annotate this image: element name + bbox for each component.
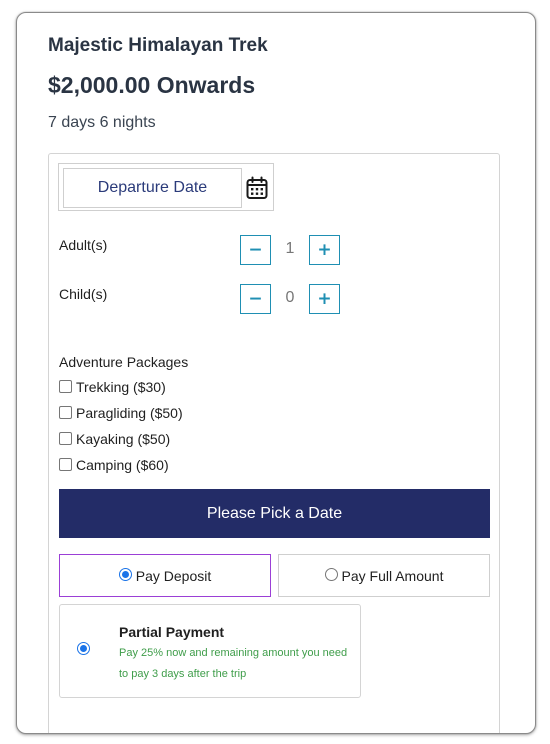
pay-deposit-option[interactable]: Pay Deposit	[59, 554, 271, 597]
package-option[interactable]: Camping ($60)	[59, 457, 169, 473]
children-increment-button[interactable]: +	[309, 284, 340, 314]
adults-label: Adult(s)	[59, 237, 108, 253]
trip-price: $2,000.00 Onwards	[48, 72, 256, 98]
package-checkbox[interactable]	[59, 457, 72, 471]
partial-payment-radio[interactable]	[77, 642, 90, 655]
package-label: Trekking ($30)	[76, 379, 166, 395]
children-decrement-button[interactable]: −	[240, 284, 271, 314]
pick-date-button[interactable]: Please Pick a Date	[59, 489, 490, 538]
adults-count: 1	[285, 240, 295, 257]
package-option[interactable]: Kayaking ($50)	[59, 431, 170, 447]
adults-decrement-button[interactable]: −	[240, 235, 271, 265]
pay-full-amount-radio[interactable]	[324, 567, 338, 581]
adults-increment-button[interactable]: +	[309, 235, 340, 265]
partial-payment-title: Partial Payment	[119, 624, 225, 640]
children-label: Child(s)	[59, 286, 108, 302]
pay-full-amount-option[interactable]: Pay Full Amount	[278, 554, 490, 597]
package-option[interactable]: Paragliding ($50)	[59, 405, 183, 421]
pay-deposit-radio[interactable]	[118, 567, 132, 581]
departure-date-input[interactable]: Departure Date	[63, 168, 242, 208]
calendar-icon[interactable]	[246, 176, 268, 200]
pay-deposit-label: Pay Deposit	[135, 567, 212, 584]
partial-payment-description: Pay 25% now and remaining amount you nee…	[119, 647, 348, 680]
booking-form: Departure Date Adult(s) − 1 + Child(s) −	[48, 153, 500, 733]
package-label: Camping ($60)	[76, 457, 169, 473]
children-stepper: − 0 +	[240, 284, 341, 314]
package-checkbox[interactable]	[59, 379, 72, 393]
package-label: Kayaking ($50)	[76, 431, 171, 447]
package-checkbox[interactable]	[59, 431, 72, 445]
package-label: Paragliding ($50)	[76, 405, 183, 421]
departure-date-picker[interactable]: Departure Date	[58, 163, 274, 211]
trip-title: Majestic Himalayan Trek	[48, 35, 268, 56]
pay-full-amount-label: Pay Full Amount	[341, 567, 444, 584]
trip-duration: 7 days 6 nights	[48, 114, 156, 131]
partial-payment-option[interactable]: Partial Payment Pay 25% now and remainin…	[59, 604, 361, 698]
trip-card: Majestic Himalayan Trek $2,000.00 Onward…	[16, 12, 536, 734]
package-option[interactable]: Trekking ($30)	[59, 379, 166, 395]
adventure-packages-heading: Adventure Packages	[59, 354, 189, 370]
package-checkbox[interactable]	[59, 405, 72, 419]
adults-stepper: − 1 +	[240, 235, 341, 265]
children-count: 0	[285, 289, 295, 306]
